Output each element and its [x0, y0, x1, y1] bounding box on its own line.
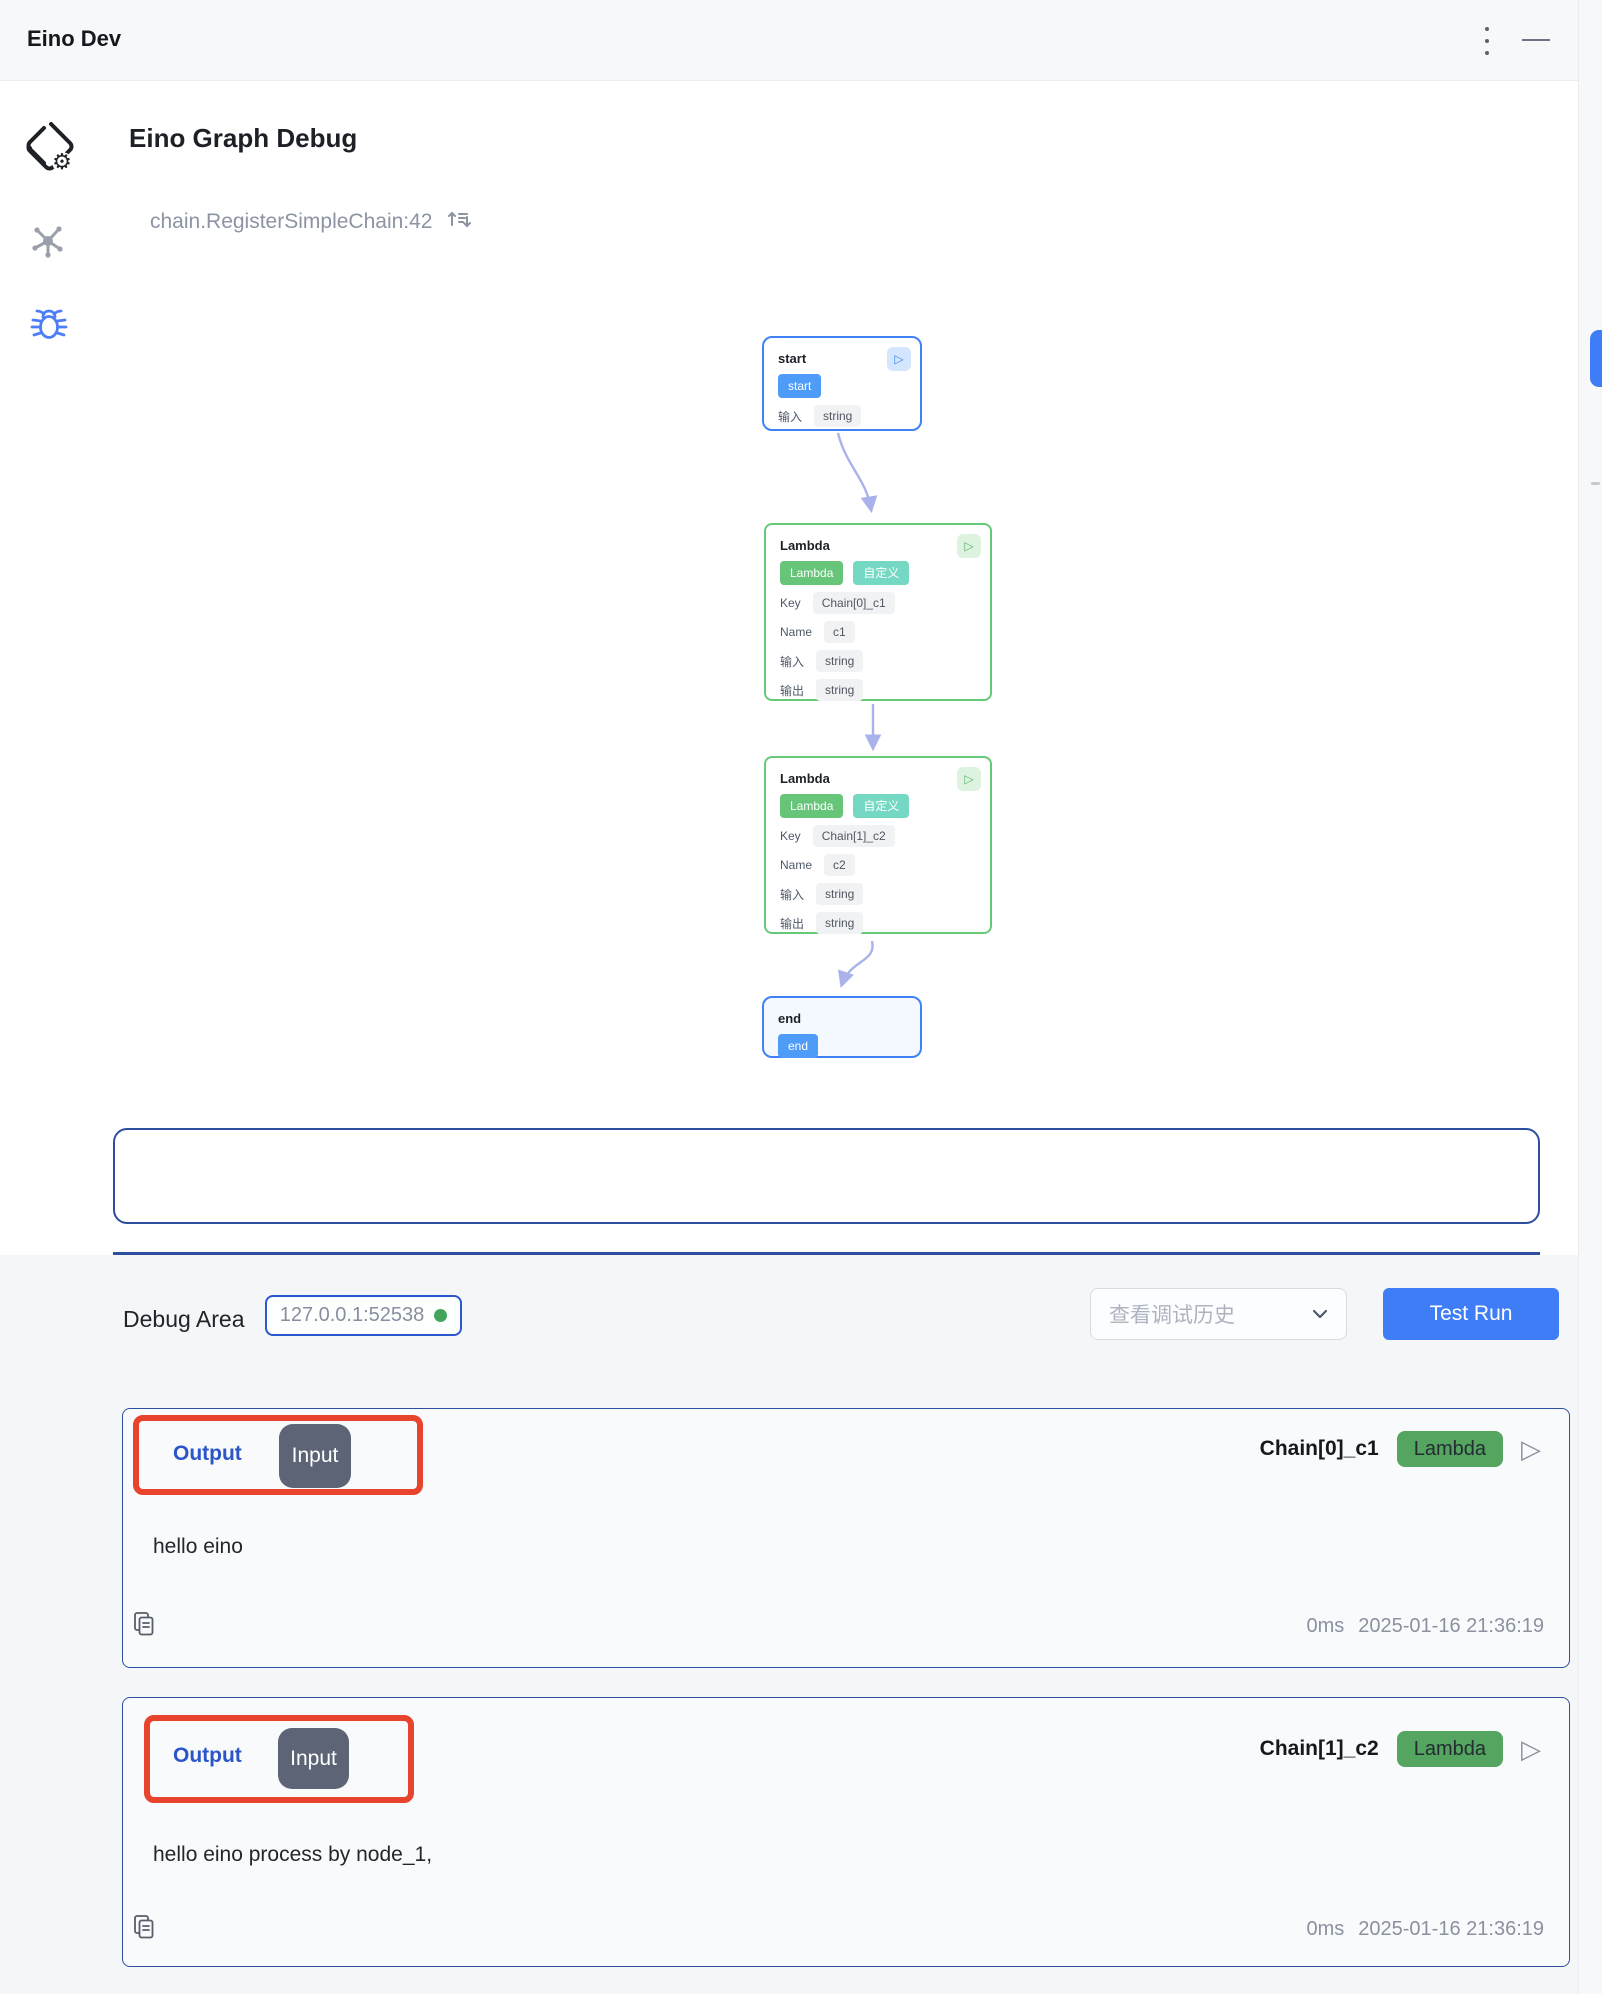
titlebar: Eino Dev: [0, 0, 1602, 81]
page-title: Eino Graph Debug: [129, 123, 357, 154]
test-run-button[interactable]: Test Run: [1383, 1288, 1559, 1340]
graph-node-start[interactable]: start ▷ start 输入 string: [762, 336, 922, 431]
node-play-icon[interactable]: ▷: [957, 534, 981, 558]
node-type-badge: end: [778, 1034, 818, 1058]
node-title: end: [778, 1010, 906, 1027]
output-label: 输出: [780, 915, 804, 932]
scrollbar-thumb[interactable]: [1591, 482, 1600, 485]
history-placeholder: 查看调试历史: [1109, 1299, 1235, 1329]
eino-logo-icon: ⚙: [24, 118, 78, 176]
custom-badge: 自定义: [853, 561, 909, 585]
name-label: Name: [780, 858, 812, 872]
lambda-badge: Lambda: [780, 561, 843, 585]
play-icon[interactable]: ▷: [1521, 1736, 1541, 1762]
graph-node-lambda-c1[interactable]: Lambda ▷ Lambda 自定义 Key Chain[0]_c1 Name c1…: [764, 523, 992, 701]
panel-expand-handle[interactable]: [1590, 330, 1602, 387]
copy-icon[interactable]: [133, 1611, 155, 1642]
node-key-label: Chain[1]_c2: [1260, 1737, 1379, 1761]
debug-history-select[interactable]: 查看调试历史: [1090, 1288, 1347, 1340]
name-chip: c2: [824, 854, 855, 876]
debug-bug-icon[interactable]: [30, 304, 68, 344]
sort-icon[interactable]: [447, 208, 471, 235]
minimize-icon[interactable]: [1522, 39, 1550, 41]
output-type-chip: string: [816, 912, 863, 934]
name-label: Name: [780, 625, 812, 639]
input-label: 输入: [780, 886, 804, 903]
input-type-chip: string: [814, 405, 861, 427]
copy-icon[interactable]: [133, 1914, 155, 1945]
name-chip: c1: [824, 621, 855, 643]
input-label: 输入: [780, 653, 804, 670]
debug-area-title: Debug Area: [123, 1306, 244, 1333]
result-content: hello eino process by node_1,: [153, 1843, 432, 1867]
input-type-chip: string: [816, 650, 863, 672]
node-play-icon[interactable]: ▷: [887, 347, 911, 371]
graph-node-end[interactable]: end end: [762, 996, 922, 1058]
input-type-chip: string: [816, 883, 863, 905]
node-title: Lambda: [780, 537, 976, 554]
key-chip: Chain[1]_c2: [813, 825, 895, 847]
output-label: 输出: [780, 682, 804, 699]
input-label: 输入: [778, 408, 802, 425]
debug-host-badge: 127.0.0.1:52538: [265, 1295, 462, 1336]
custom-badge: 自定义: [853, 794, 909, 818]
graph-location-label: chain.RegisterSimpleChain:42: [150, 210, 433, 234]
debug-result-card: Output Input Chain[0]_c1 Lambda ▷ hello …: [122, 1408, 1570, 1668]
host-address: 127.0.0.1:52538: [280, 1304, 425, 1327]
tab-input[interactable]: Input: [278, 1728, 349, 1789]
chevron-down-icon: [1312, 1309, 1328, 1319]
node-type-badge: start: [778, 374, 821, 398]
lambda-badge: Lambda: [780, 794, 843, 818]
kebab-menu-icon[interactable]: [1478, 24, 1496, 58]
key-label: Key: [780, 829, 801, 843]
right-panel-strip: [1578, 0, 1602, 1994]
result-content: hello eino: [153, 1535, 243, 1559]
node-type-badge: Lambda: [1397, 1431, 1503, 1467]
status-dot: [434, 1309, 447, 1322]
duration: 0ms: [1306, 1918, 1344, 1941]
node-type-badge: Lambda: [1397, 1731, 1503, 1767]
node-play-icon[interactable]: ▷: [957, 767, 981, 791]
eino-dev-window: Eino Dev ⚙: [0, 0, 1602, 1994]
tab-input[interactable]: Input: [279, 1424, 351, 1488]
graph-node-lambda-c2[interactable]: Lambda ▷ Lambda 自定义 Key Chain[1]_c2 Name c2…: [764, 756, 992, 934]
timestamp: 2025-01-16 21:36:19: [1358, 1615, 1544, 1638]
app-title: Eino Dev: [27, 26, 121, 52]
graph-view-icon[interactable]: [28, 220, 68, 262]
duration: 0ms: [1306, 1615, 1344, 1638]
node-key-label: Chain[0]_c1: [1260, 1437, 1379, 1461]
node-title: Lambda: [780, 770, 976, 787]
key-label: Key: [780, 596, 801, 610]
timestamp: 2025-01-16 21:36:19: [1358, 1918, 1544, 1941]
breadcrumb: chain.RegisterSimpleChain:42: [150, 208, 471, 235]
key-chip: Chain[0]_c1: [813, 592, 895, 614]
tab-output[interactable]: Output: [173, 1744, 242, 1768]
gear-icon: ⚙: [52, 149, 72, 174]
output-type-chip: string: [816, 679, 863, 701]
graph-toolbar: chain.RegisterSimpleCh... 配置调试地址: [113, 1128, 1540, 1224]
tab-output[interactable]: Output: [173, 1442, 242, 1466]
debug-result-card: Output Input Chain[1]_c2 Lambda ▷ hello …: [122, 1697, 1570, 1967]
play-icon[interactable]: ▷: [1521, 1436, 1541, 1462]
